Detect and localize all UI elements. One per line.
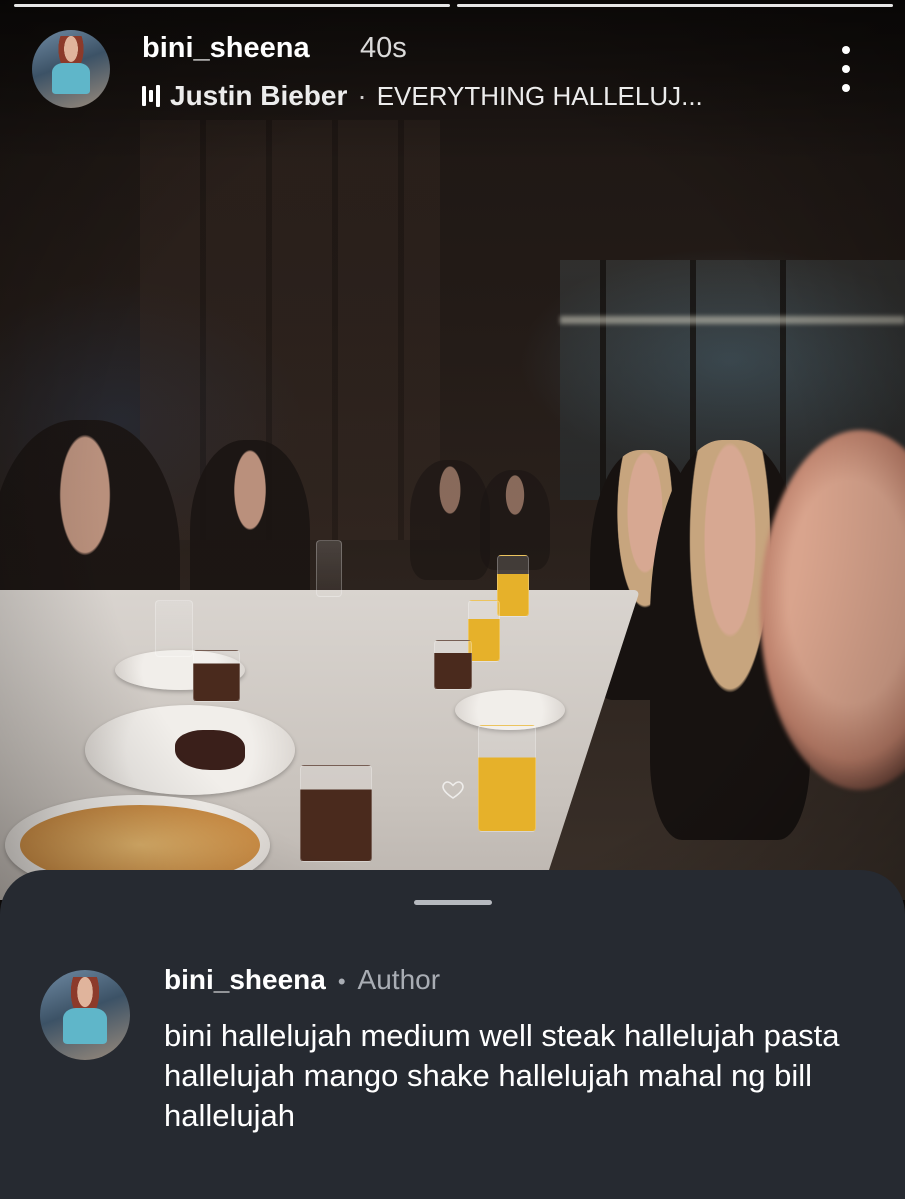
music-title: EVERYTHING HALLELUJ... (376, 80, 703, 111)
music-artist: Justin Bieber (170, 80, 348, 111)
music-bars-icon (142, 84, 160, 108)
story-photo[interactable] (0, 0, 905, 900)
comment-sheet: bini_sheena • Author bini hallelujah med… (0, 870, 905, 1199)
comment-header: bini_sheena • Author (164, 964, 440, 996)
story-viewer: bini_sheena 40s Justin Bieber · EVERYTHI… (0, 0, 905, 1199)
comment-username[interactable]: bini_sheena (164, 964, 326, 996)
comment-separator: • (337, 969, 346, 994)
story-avatar[interactable] (32, 30, 110, 108)
music-attribution[interactable]: Justin Bieber · EVERYTHING HALLELUJ... (142, 80, 703, 112)
comment-text: bini hallelujah medium well steak hallel… (164, 1018, 840, 1133)
comment-avatar[interactable] (40, 970, 130, 1060)
story-time-ago: 40s (360, 32, 407, 64)
more-vertical-icon[interactable] (832, 46, 860, 92)
story-progress-segment (457, 4, 893, 7)
photo-vignette (0, 0, 905, 900)
author-badge: Author (357, 964, 441, 995)
story-username[interactable]: bini_sheena (142, 32, 310, 65)
sheet-drag-handle[interactable] (414, 900, 492, 905)
music-separator: · (357, 80, 367, 111)
story-progress-segment (14, 4, 450, 7)
